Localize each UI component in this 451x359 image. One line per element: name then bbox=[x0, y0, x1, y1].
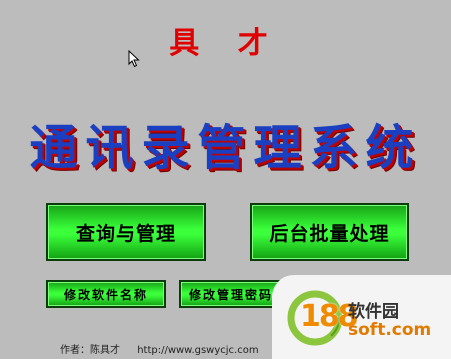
footer: 作者：陈具才 http://www.gswycjc.com bbox=[60, 341, 273, 356]
site-watermark: 188 软件园 soft.com bbox=[272, 275, 451, 359]
rename-software-button[interactable]: 修改软件名称 bbox=[46, 280, 166, 308]
brand-label: 具 才 bbox=[169, 26, 282, 61]
query-manage-button[interactable]: 查询与管理 bbox=[46, 203, 206, 261]
website-link[interactable]: http://www.gswycjc.com bbox=[137, 345, 258, 356]
system-title: 通讯录管理系统 bbox=[29, 120, 422, 176]
batch-process-button[interactable]: 后台批量处理 bbox=[250, 203, 409, 261]
watermark-name: 软件园 bbox=[348, 302, 399, 322]
watermark-domain: soft.com bbox=[348, 320, 432, 340]
mouse-cursor-icon bbox=[128, 50, 140, 68]
author-label: 作者：陈具才 bbox=[60, 345, 120, 356]
